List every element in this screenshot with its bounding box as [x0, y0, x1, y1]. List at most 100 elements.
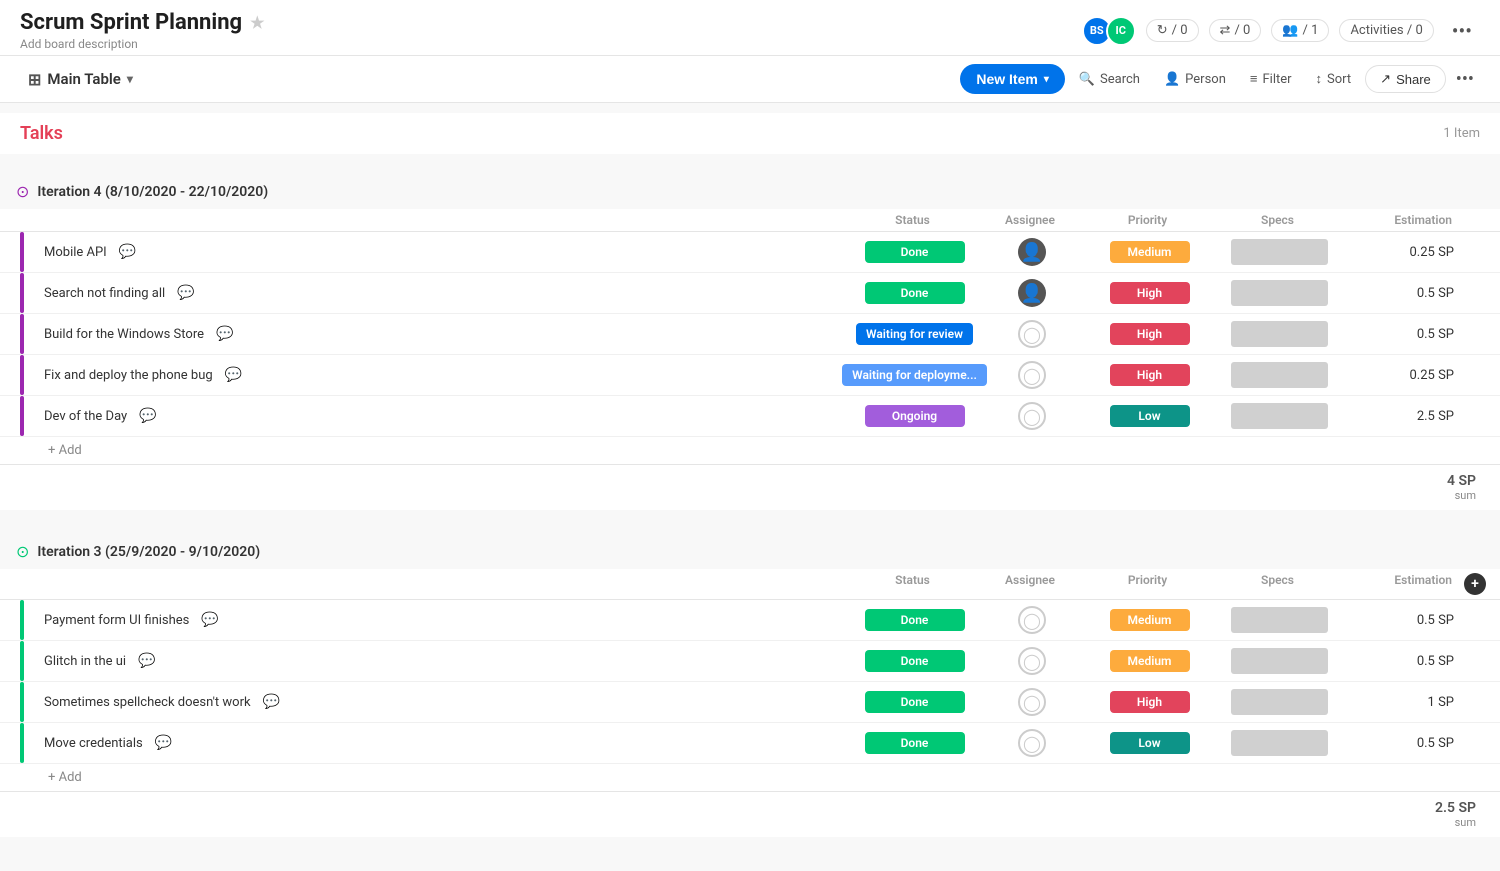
priority-badge[interactable]: Medium — [1110, 609, 1190, 631]
iteration-4-header[interactable]: ⊙ Iteration 4 (8/10/2020 - 22/10/2020) — [0, 174, 1500, 209]
estimation-cell: 1 SP — [1332, 695, 1462, 710]
comment-icon[interactable]: 💬 — [225, 367, 242, 383]
estimation-cell: 0.5 SP — [1332, 736, 1462, 751]
priority-badge[interactable]: High — [1110, 691, 1190, 713]
status-badge[interactable]: Waiting for review — [856, 323, 973, 345]
collapse-icon-iter4[interactable]: ⊙ — [16, 182, 29, 201]
main-table-button[interactable]: ⊞ Main Table ▾ — [20, 66, 141, 93]
col-header-assignee-iter4: Assignee — [990, 213, 1070, 227]
add-item-label: + Add — [48, 770, 82, 785]
priority-badge[interactable]: Low — [1110, 405, 1190, 427]
assignee-avatar[interactable]: ◯ — [1018, 606, 1046, 634]
person-stat-count: / 1 — [1303, 23, 1319, 38]
iter3-col-headers: Status Assignee Priority Specs Estimatio… — [0, 569, 1500, 600]
add-item-button-iter4[interactable]: + Add — [0, 437, 1500, 464]
task-name-cell: Build for the Windows Store 💬 — [40, 326, 837, 342]
talks-title: Talks — [20, 123, 63, 144]
comment-icon[interactable]: 💬 — [263, 694, 280, 710]
assignee-avatar[interactable]: ◯ — [1018, 729, 1046, 757]
new-item-button[interactable]: New Item ▾ — [960, 64, 1065, 94]
priority-badge[interactable]: Medium — [1110, 650, 1190, 672]
task-name-cell: Move credentials 💬 — [40, 735, 837, 751]
status-badge[interactable]: Done — [865, 732, 965, 754]
assignee-avatar[interactable]: 👤 — [1018, 238, 1046, 266]
col-header-priority-iter3: Priority — [1070, 573, 1225, 595]
app-subtitle[interactable]: Add board description — [20, 37, 264, 51]
assignee-avatar[interactable]: ◯ — [1018, 320, 1046, 348]
toolbar-right: New Item ▾ 🔍 Search 👤 Person ≡ Filter ↕ … — [960, 64, 1480, 94]
estimation-cell: 0.5 SP — [1332, 327, 1462, 342]
comment-icon[interactable]: 💬 — [139, 408, 156, 424]
comment-icon[interactable]: 💬 — [177, 285, 194, 301]
person-stat[interactable]: 👥 / 1 — [1271, 19, 1329, 42]
assignee-avatar[interactable]: ◯ — [1018, 402, 1046, 430]
priority-badge[interactable]: High — [1110, 282, 1190, 304]
assignee-avatar[interactable]: ◯ — [1018, 647, 1046, 675]
header-more-icon[interactable]: ••• — [1444, 15, 1480, 47]
updates-count: / 0 — [1172, 23, 1188, 38]
search-button[interactable]: 🔍 Search — [1069, 67, 1150, 92]
priority-badge[interactable]: High — [1110, 364, 1190, 386]
status-badge[interactable]: Done — [865, 282, 965, 304]
share-stat-icon: ⇄ — [1220, 23, 1231, 38]
priority-badge[interactable]: Medium — [1110, 241, 1190, 263]
table-title-label: Main Table — [47, 70, 120, 88]
priority-badge[interactable]: High — [1110, 323, 1190, 345]
table-row: Fix and deploy the phone bug 💬 Waiting f… — [0, 355, 1500, 396]
status-badge[interactable]: Done — [865, 241, 965, 263]
iteration-4-block: ⊙ Iteration 4 (8/10/2020 - 22/10/2020) S… — [0, 174, 1500, 510]
status-badge[interactable]: Done — [865, 609, 965, 631]
add-item-label: + Add — [48, 443, 82, 458]
assignee-avatar[interactable]: ◯ — [1018, 361, 1046, 389]
comment-icon[interactable]: 💬 — [119, 244, 136, 260]
status-badge[interactable]: Done — [865, 691, 965, 713]
add-item-button-iter3[interactable]: + Add — [0, 764, 1500, 791]
app-header: Scrum Sprint Planning ★ Add board descri… — [0, 0, 1500, 56]
estimation-cell: 0.25 SP — [1332, 368, 1462, 383]
filter-button[interactable]: ≡ Filter — [1240, 66, 1302, 92]
person-stat-icon: 👥 — [1282, 23, 1298, 38]
comment-icon[interactable]: 💬 — [138, 653, 155, 669]
talks-count: 1 Item — [1443, 126, 1480, 141]
sort-button[interactable]: ↕ Sort — [1306, 66, 1362, 92]
status-badge[interactable]: Ongoing — [865, 405, 965, 427]
star-icon[interactable]: ★ — [250, 13, 264, 32]
col-header-status-iter4: Status — [835, 213, 990, 227]
priority-badge[interactable]: Low — [1110, 732, 1190, 754]
collapse-icon-iter3[interactable]: ⊙ — [16, 542, 29, 561]
iteration-3-header[interactable]: ⊙ Iteration 3 (25/9/2020 - 9/10/2020) — [0, 534, 1500, 569]
task-name-cell: Search not finding all 💬 — [40, 285, 837, 301]
estimation-cell: 0.5 SP — [1332, 613, 1462, 628]
add-column-button[interactable]: + — [1464, 573, 1486, 595]
task-name-cell: Payment form UI finishes 💬 — [40, 612, 837, 628]
col-header-assignee-iter3: Assignee — [990, 573, 1070, 595]
person-label: Person — [1185, 72, 1226, 87]
col-header-estimation-iter4: Estimation — [1330, 213, 1460, 227]
task-name-cell: Dev of the Day 💬 — [40, 408, 837, 424]
updates-stat[interactable]: ↻ / 0 — [1146, 19, 1199, 42]
toolbar-more-icon[interactable]: ••• — [1450, 65, 1480, 94]
comment-icon[interactable]: 💬 — [216, 326, 233, 342]
sum-row-iter3: 2.5 SP sum — [0, 791, 1500, 837]
comment-icon[interactable]: 💬 — [155, 735, 172, 751]
assignee-avatar[interactable]: ◯ — [1018, 688, 1046, 716]
assignee-avatar[interactable]: 👤 — [1018, 279, 1046, 307]
new-item-dropdown-icon: ▾ — [1044, 74, 1049, 85]
avatar-group: BS IC — [1082, 16, 1136, 46]
status-badge[interactable]: Waiting for deployme... — [842, 364, 987, 386]
share-stat[interactable]: ⇄ / 0 — [1209, 19, 1262, 42]
talks-group: Talks 1 Item — [0, 113, 1500, 154]
iteration-3-block: ⊙ Iteration 3 (25/9/2020 - 9/10/2020) St… — [0, 534, 1500, 837]
estimation-cell: 0.5 SP — [1332, 286, 1462, 301]
activities-stat[interactable]: Activities / 0 — [1339, 19, 1433, 42]
updates-icon: ↻ — [1157, 23, 1168, 38]
search-icon: 🔍 — [1079, 72, 1095, 87]
table-row: Glitch in the ui 💬 Done ◯ Medium 0.5 SP — [0, 641, 1500, 682]
share-button[interactable]: ↗ Share — [1365, 65, 1446, 93]
sum-row-iter4: 4 SP sum — [0, 464, 1500, 510]
comment-icon[interactable]: 💬 — [201, 612, 218, 628]
new-item-label: New Item — [976, 71, 1037, 87]
toolbar: ⊞ Main Table ▾ New Item ▾ 🔍 Search 👤 Per… — [0, 56, 1500, 103]
status-badge[interactable]: Done — [865, 650, 965, 672]
person-button[interactable]: 👤 Person — [1154, 67, 1236, 92]
